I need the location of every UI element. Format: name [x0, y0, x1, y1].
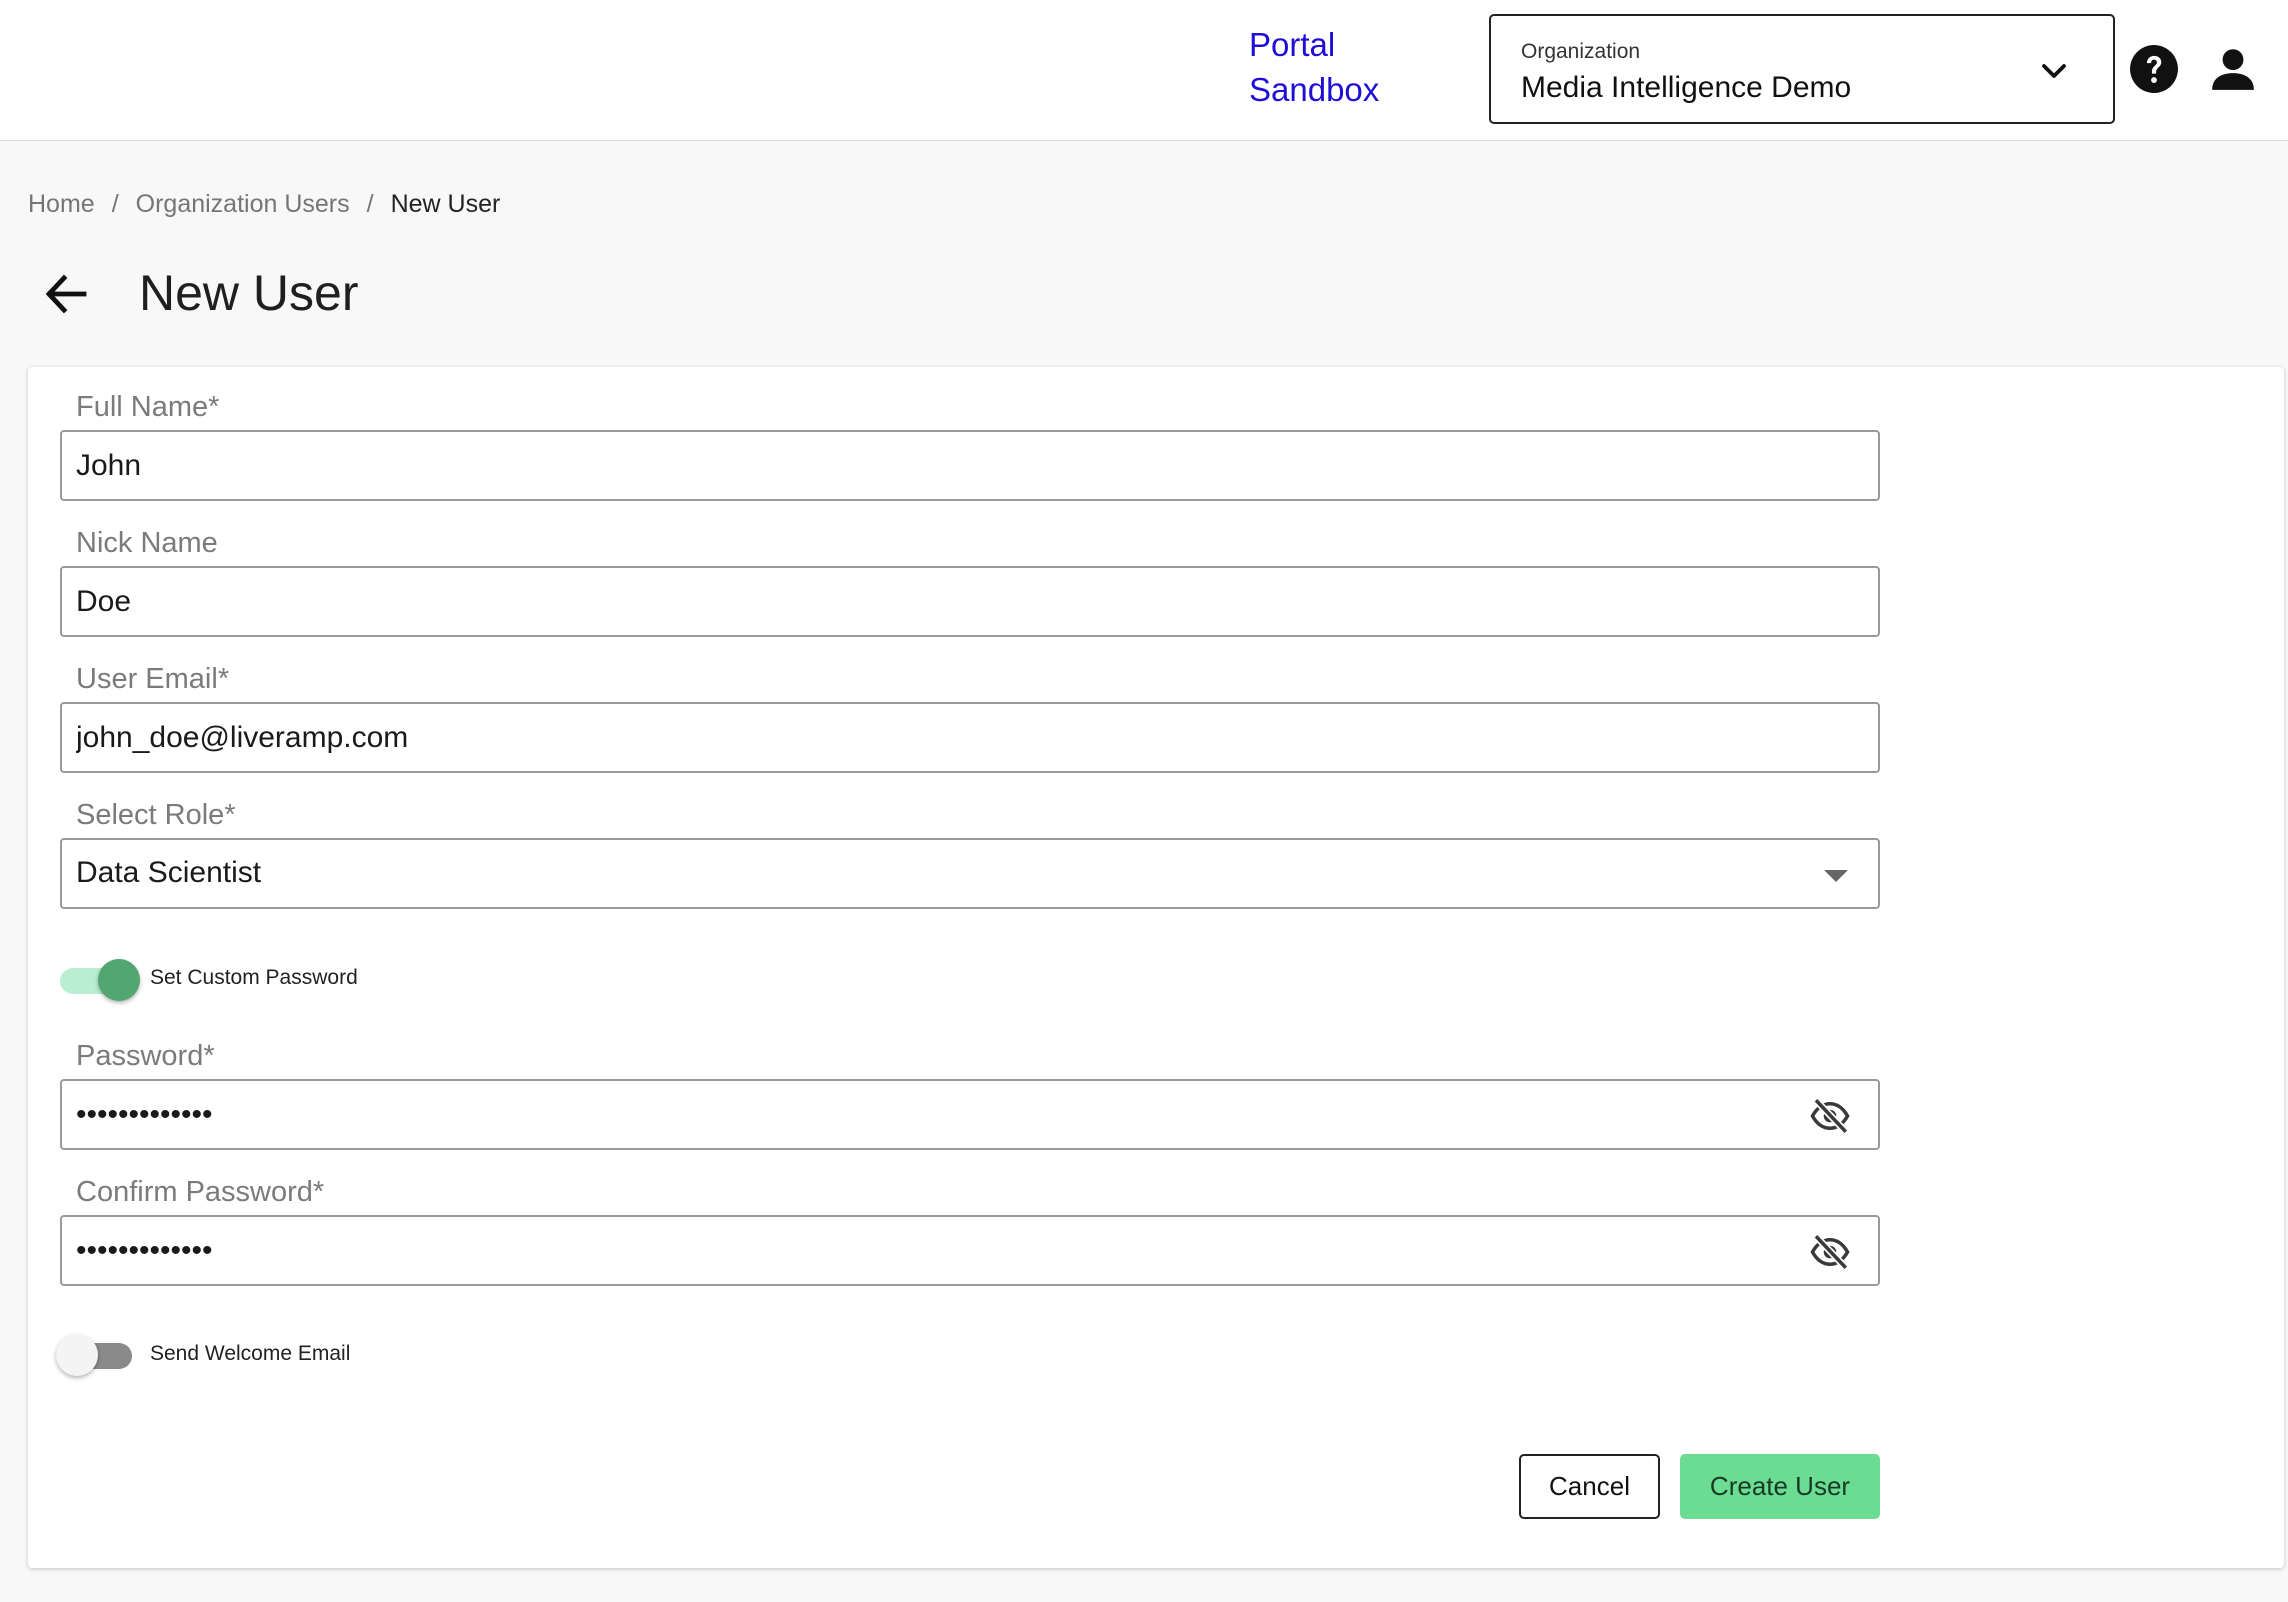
env-link-line2: Sandbox [1249, 71, 1380, 108]
breadcrumb-home[interactable]: Home [28, 190, 95, 219]
page-title: New User [139, 265, 359, 321]
back-arrow-icon[interactable] [42, 270, 90, 318]
required-mark: * [224, 799, 236, 831]
welcome-email-toggle[interactable] [56, 1334, 138, 1376]
visibility-off-icon[interactable] [1806, 1231, 1854, 1273]
confirm-password-input[interactable] [76, 1217, 1776, 1284]
organization-value: Media Intelligence Demo [1521, 71, 1852, 104]
password-input[interactable] [76, 1081, 1776, 1148]
confirm-password-field[interactable] [60, 1215, 1880, 1286]
organization-label: Organization [1521, 40, 1641, 63]
required-mark: * [312, 1176, 325, 1208]
account-icon[interactable] [2208, 44, 2258, 94]
custom-password-toggle-label: Set Custom Password [150, 966, 358, 989]
visibility-off-icon[interactable] [1806, 1095, 1854, 1137]
nick-name-label: Nick Name [76, 527, 218, 559]
full-name-input[interactable] [76, 432, 1776, 499]
portal-sandbox-link[interactable]: Portal Sandbox [1249, 22, 1379, 112]
welcome-email-toggle-label: Send Welcome Email [150, 1342, 351, 1365]
caret-down-icon [1824, 870, 1848, 882]
breadcrumb-separator: / [111, 190, 119, 218]
user-email-label: User Email* [76, 663, 230, 695]
custom-password-toggle[interactable] [56, 959, 140, 1001]
chevron-down-icon [2042, 64, 2066, 78]
user-email-input[interactable] [76, 704, 1776, 771]
required-mark: * [203, 1040, 215, 1072]
required-mark: * [217, 663, 230, 695]
env-link-line1: Portal [1249, 26, 1336, 63]
toggle-thumb [56, 1334, 98, 1376]
confirm-password-label: Confirm Password* [76, 1176, 325, 1208]
nick-name-input[interactable] [76, 568, 1776, 635]
help-icon[interactable] [2129, 44, 2179, 94]
required-mark: * [208, 391, 220, 423]
role-select[interactable]: Data Scientist [60, 838, 1880, 909]
full-name-label: Full Name* [76, 391, 220, 423]
new-user-form: Full Name* Nick Name User Email* Select … [28, 367, 2284, 1568]
nick-name-field[interactable] [60, 566, 1880, 637]
role-select-value: Data Scientist [76, 856, 262, 889]
user-email-field[interactable] [60, 702, 1880, 773]
toggle-thumb [98, 959, 140, 1001]
password-label: Password* [76, 1040, 215, 1072]
password-field[interactable] [60, 1079, 1880, 1150]
breadcrumb-current: New User [390, 190, 501, 218]
cancel-button[interactable]: Cancel [1519, 1454, 1660, 1519]
top-header: Portal Sandbox Organization Media Intell… [0, 0, 2288, 141]
breadcrumb-organization-users[interactable]: Organization Users [136, 190, 350, 219]
breadcrumb-separator: / [366, 190, 374, 218]
create-user-button[interactable]: Create User [1680, 1454, 1880, 1519]
breadcrumb: Home / Organization Users / New User [28, 190, 500, 219]
role-label: Select Role* [76, 799, 236, 831]
full-name-field[interactable] [60, 430, 1880, 501]
organization-select[interactable]: Organization Media Intelligence Demo [1489, 14, 2115, 124]
